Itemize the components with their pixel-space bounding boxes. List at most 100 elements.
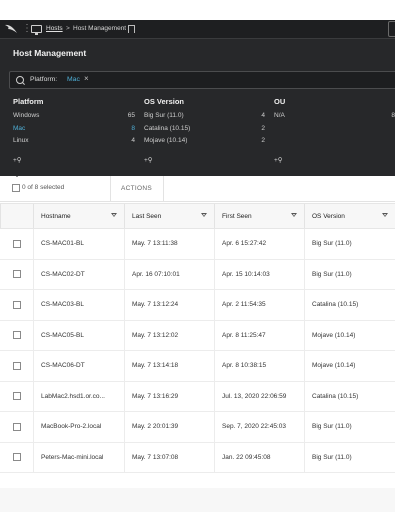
first-seen-cell: Jan. 22 09:45:08 — [214, 442, 304, 472]
row-checkbox[interactable] — [13, 331, 21, 340]
row-checkbox-cell — [0, 351, 33, 381]
table-row[interactable]: CS-MAC06-DT May. 7 13:14:18 Apr. 8 10:38… — [0, 351, 395, 382]
column-header-label: Last Seen — [132, 212, 162, 220]
page-title: Host Management — [13, 48, 87, 58]
facet-item-mac[interactable]: Mac 8 — [13, 123, 135, 136]
monitor-icon — [31, 25, 42, 35]
row-checkbox[interactable] — [13, 300, 21, 309]
first-seen-cell: Apr. 8 11:25:47 — [214, 320, 304, 350]
search-icon — [16, 76, 24, 84]
filter-chip-value: Mac — [67, 76, 80, 83]
first-seen-cell: Apr. 2 11:54:35 — [214, 290, 304, 320]
first-seen-cell: Apr. 15 10:14:03 — [214, 259, 304, 289]
row-checkbox-cell — [0, 443, 33, 473]
column-header-label: Hostname — [41, 212, 71, 220]
facet-item-linux[interactable]: Linux 4 — [13, 135, 135, 148]
table-row[interactable]: MacBook-Pro-2.local May. 2 20:01:39 Sep.… — [0, 412, 395, 443]
hostname-cell[interactable]: CS-MAC01-BL — [33, 229, 124, 259]
add-platform-filter-icon[interactable]: +⚲ — [13, 156, 22, 164]
close-icon[interactable]: × — [84, 73, 89, 85]
hostname-cell[interactable]: LabMac2.hsd1.or.co... — [33, 381, 124, 411]
selection-count: 0 of 8 selected — [22, 184, 65, 191]
row-checkbox[interactable] — [13, 422, 21, 431]
facet-item-label: N/A — [274, 112, 285, 119]
panel-toggle-button[interactable] — [388, 21, 395, 37]
facet-item-count: 4 — [131, 137, 135, 144]
facet-item-mojave[interactable]: Mojave (10.14) 2 — [144, 135, 265, 148]
first-seen-cell: Apr. 6 15:27:42 — [214, 229, 304, 259]
last-seen-cell: May. 2 20:01:39 — [124, 412, 214, 442]
hostname-cell[interactable]: CS-MAC05-BL — [33, 320, 124, 350]
table-row[interactable]: CS-MAC02-DT Apr. 16 07:10:01 Apr. 15 10:… — [0, 259, 395, 290]
filter-search-bar[interactable]: Platform: Mac × — [9, 71, 395, 89]
bookmark-icon[interactable] — [128, 25, 135, 33]
facet-item-count: 2 — [261, 137, 265, 144]
table-row[interactable]: Peters-Mac-mini.local May. 7 13:07:08 Ja… — [0, 442, 395, 473]
row-checkbox-cell — [0, 412, 33, 442]
column-header-last-seen[interactable]: Last Seen — [124, 204, 214, 228]
falcon-logo-icon[interactable] — [4, 22, 18, 36]
hostname-cell[interactable]: CS-MAC02-DT — [33, 259, 124, 289]
os-version-cell: Catalina (10.15) — [304, 381, 395, 411]
row-checkbox-cell — [0, 382, 33, 412]
facet-title: OS Version — [144, 97, 185, 106]
table-toolbar: 0 of 8 selected ACTIONS — [0, 172, 395, 202]
hostname-cell[interactable]: CS-MAC03-BL — [33, 290, 124, 320]
facet-item-na[interactable]: N/A 8 — [274, 110, 395, 123]
facet-item-catalina[interactable]: Catalina (10.15) 2 — [144, 123, 265, 136]
row-checkbox[interactable] — [13, 453, 21, 462]
hosts-table: Hostname Last Seen First Seen OS Version… — [0, 203, 395, 473]
filter-icon[interactable] — [201, 213, 207, 217]
window-top-margin — [0, 0, 395, 20]
facet-item-label: Windows — [13, 112, 40, 119]
row-checkbox[interactable] — [13, 392, 21, 401]
os-version-cell: Mojave (10.14) — [304, 320, 395, 350]
row-checkbox-cell — [0, 290, 33, 320]
column-header-label: First Seen — [222, 212, 252, 220]
facet-item-label: Mojave (10.14) — [144, 137, 188, 144]
facet-ou: OU N/A 8 — [274, 97, 395, 123]
row-checkbox-cell — [0, 260, 33, 290]
filter-icon[interactable] — [382, 213, 388, 217]
last-seen-cell: May. 7 13:12:24 — [124, 290, 214, 320]
add-ou-filter-icon[interactable]: +⚲ — [274, 156, 283, 164]
row-checkbox-cell — [0, 321, 33, 351]
column-header-os-version[interactable]: OS Version — [304, 204, 395, 228]
filter-icon[interactable] — [111, 213, 117, 217]
actions-button[interactable]: ACTIONS — [110, 176, 164, 201]
last-seen-cell: May. 7 13:16:29 — [124, 381, 214, 411]
add-os-version-filter-icon[interactable]: +⚲ — [144, 156, 153, 164]
os-version-cell: Big Sur (11.0) — [304, 412, 395, 442]
hostname-cell[interactable]: CS-MAC06-DT — [33, 351, 124, 381]
row-checkbox-cell — [0, 229, 33, 259]
hostname-cell[interactable]: MacBook-Pro-2.local — [33, 412, 124, 442]
actions-label: ACTIONS — [121, 185, 152, 192]
select-all-checkbox[interactable] — [12, 184, 20, 192]
os-version-cell: Big Sur (11.0) — [304, 229, 395, 259]
table-row[interactable]: CS-MAC01-BL May. 7 13:11:38 Apr. 6 15:27… — [0, 229, 395, 260]
breadcrumb-hosts-link[interactable]: Hosts — [46, 23, 63, 35]
table-row[interactable]: CS-MAC05-BL May. 7 13:12:02 Apr. 8 11:25… — [0, 320, 395, 351]
table-header: Hostname Last Seen First Seen OS Version — [0, 203, 395, 229]
row-checkbox[interactable] — [13, 270, 21, 279]
row-checkbox[interactable] — [13, 239, 21, 248]
last-seen-cell: May. 7 13:07:08 — [124, 442, 214, 472]
hostname-cell[interactable]: Peters-Mac-mini.local — [33, 442, 124, 472]
facet-item-big-sur[interactable]: Big Sur (11.0) 4 — [144, 110, 265, 123]
filter-icon[interactable] — [291, 213, 297, 217]
column-header-first-seen[interactable]: First Seen — [214, 204, 304, 228]
header-checkbox-cell — [0, 204, 33, 228]
last-seen-cell: May. 7 13:11:38 — [124, 229, 214, 259]
first-seen-cell: Apr. 8 10:38:15 — [214, 351, 304, 381]
row-checkbox[interactable] — [13, 361, 21, 370]
facet-platform: Platform Windows 65 Mac 8 Linux 4 — [13, 97, 135, 148]
first-seen-cell: Sep. 7, 2020 22:45:03 — [214, 412, 304, 442]
table-row[interactable]: LabMac2.hsd1.or.co... May. 7 13:16:29 Ju… — [0, 381, 395, 412]
table-row[interactable]: CS-MAC03-BL May. 7 13:12:24 Apr. 2 11:54… — [0, 290, 395, 321]
column-header-hostname[interactable]: Hostname — [33, 204, 124, 228]
facet-item-label: Mac — [13, 124, 26, 132]
filter-panel: ⋮ Hosts > Host Management Host Managemen… — [0, 20, 395, 176]
facet-item-windows[interactable]: Windows 65 — [13, 110, 135, 123]
table-footer — [0, 488, 395, 512]
facet-item-count: 65 — [127, 112, 135, 119]
